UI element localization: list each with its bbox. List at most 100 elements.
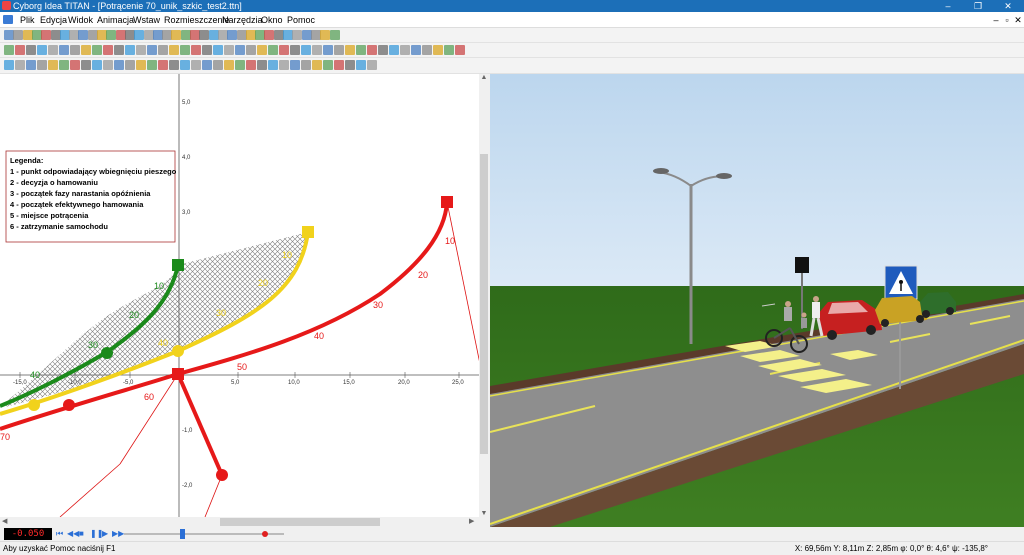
toolbar-button[interactable] xyxy=(264,30,275,40)
toolbar-button[interactable] xyxy=(70,45,80,55)
toolbar-button[interactable] xyxy=(356,60,366,70)
toolbar-button[interactable] xyxy=(134,30,145,40)
scroll-left-arrow[interactable]: ◀ xyxy=(2,517,7,527)
toolbar-button[interactable] xyxy=(191,45,201,55)
toolbar-button[interactable] xyxy=(26,60,36,70)
toolbar-button[interactable] xyxy=(334,60,344,70)
scroll-up-arrow[interactable]: ▲ xyxy=(479,74,489,81)
toolbar-button[interactable] xyxy=(329,30,340,40)
toolbar-button[interactable] xyxy=(257,60,267,70)
toolbar-button[interactable] xyxy=(301,60,311,70)
toolbar-button[interactable] xyxy=(411,45,421,55)
toolbar-button[interactable] xyxy=(92,45,102,55)
toolbar-button[interactable] xyxy=(59,45,69,55)
menu-pomoc[interactable]: Pomoc xyxy=(287,14,315,26)
toolbar-button[interactable] xyxy=(246,45,256,55)
toolbar-button[interactable] xyxy=(59,60,69,70)
toolbar-button[interactable] xyxy=(389,45,399,55)
toolbar-button[interactable] xyxy=(268,45,278,55)
play-button[interactable]: ▶ xyxy=(102,528,108,540)
toolbar-button[interactable] xyxy=(15,60,25,70)
scroll-down-arrow[interactable]: ▼ xyxy=(479,510,489,517)
toolbar-button[interactable] xyxy=(37,45,47,55)
toolbar-button[interactable] xyxy=(48,60,58,70)
toolbar-button[interactable] xyxy=(268,60,278,70)
plan-view-2d[interactable]: -15,0-10,0-5,05,010,015,020,025,0 5,04,0… xyxy=(0,74,479,517)
toolbar-button[interactable] xyxy=(125,60,135,70)
mdi-close-button[interactable]: ✕ xyxy=(1012,14,1024,26)
restore-button[interactable]: ❐ xyxy=(963,0,993,12)
minimize-button[interactable]: – xyxy=(933,0,963,12)
toolbar-button[interactable] xyxy=(334,45,344,55)
toolbar-button[interactable] xyxy=(279,45,289,55)
toolbar-button[interactable] xyxy=(345,60,355,70)
toolbar-button[interactable] xyxy=(70,60,80,70)
menu-wstaw[interactable]: Wstaw xyxy=(133,14,160,26)
toolbar-button[interactable] xyxy=(224,45,234,55)
toolbar-button[interactable] xyxy=(202,45,212,55)
menu-widok[interactable]: Widok xyxy=(68,14,93,26)
toolbar-button[interactable] xyxy=(171,30,182,40)
toolbar-button[interactable] xyxy=(202,60,212,70)
toolbar-button[interactable] xyxy=(4,60,14,70)
toolbar-button[interactable] xyxy=(444,45,454,55)
toolbar-button[interactable] xyxy=(4,45,14,55)
menu-plik[interactable]: Plik xyxy=(20,14,35,26)
timeline-slider[interactable] xyxy=(180,529,185,539)
toolbar-button[interactable] xyxy=(103,60,113,70)
toolbar-button[interactable] xyxy=(158,45,168,55)
toolbar-button[interactable] xyxy=(136,45,146,55)
toolbar-button[interactable] xyxy=(78,30,89,40)
toolbar-button[interactable] xyxy=(235,60,245,70)
toolbar-button[interactable] xyxy=(213,45,223,55)
menu-edycja[interactable]: Edycja xyxy=(40,14,67,26)
toolbar-button[interactable] xyxy=(400,45,410,55)
toolbar-button[interactable] xyxy=(227,30,238,40)
toolbar-button[interactable] xyxy=(48,45,58,55)
toolbar-button[interactable] xyxy=(301,45,311,55)
toolbar-button[interactable] xyxy=(106,30,117,40)
toolbar-button[interactable] xyxy=(323,60,333,70)
record-button[interactable] xyxy=(262,531,268,537)
toolbar-button[interactable] xyxy=(378,45,388,55)
toolbar-button[interactable] xyxy=(136,60,146,70)
menu-animacja[interactable]: Animacja xyxy=(97,14,134,26)
timeline-track[interactable] xyxy=(124,533,284,535)
toolbar-button[interactable] xyxy=(455,45,465,55)
toolbar-button[interactable] xyxy=(169,60,179,70)
toolbar-button[interactable] xyxy=(81,60,91,70)
toolbar-button[interactable] xyxy=(345,45,355,55)
toolbar-button[interactable] xyxy=(180,45,190,55)
toolbar-button[interactable] xyxy=(199,30,210,40)
menu-okno[interactable]: Okno xyxy=(261,14,283,26)
toolbar-button[interactable] xyxy=(323,45,333,55)
toolbar-button[interactable] xyxy=(290,45,300,55)
toolbar-button[interactable] xyxy=(312,60,322,70)
toolbar-button[interactable] xyxy=(290,60,300,70)
toolbar-button[interactable] xyxy=(224,60,234,70)
toolbar-button[interactable] xyxy=(367,60,377,70)
fast-forward-button[interactable]: ▶▶ xyxy=(112,528,124,540)
toolbar-button[interactable] xyxy=(320,30,331,40)
toolbar-button[interactable] xyxy=(356,45,366,55)
stop-button[interactable]: ■ xyxy=(79,528,84,540)
menu-narzedzia[interactable]: Narzędzia xyxy=(222,14,263,26)
horizontal-scroll-thumb[interactable] xyxy=(220,518,380,526)
toolbar-button[interactable] xyxy=(169,45,179,55)
toolbar-button[interactable] xyxy=(41,30,52,40)
toolbar-button[interactable] xyxy=(147,60,157,70)
toolbar-button[interactable] xyxy=(433,45,443,55)
toolbar-button[interactable] xyxy=(292,30,303,40)
vertical-scroll-thumb[interactable] xyxy=(480,154,488,454)
vertical-scrollbar[interactable]: ▲ ▼ xyxy=(479,74,489,517)
close-button[interactable]: ✕ xyxy=(993,0,1023,12)
toolbar-button[interactable] xyxy=(81,45,91,55)
plan-drawing[interactable]: -15,0-10,0-5,05,010,015,020,025,0 5,04,0… xyxy=(0,74,479,517)
toolbar-button[interactable] xyxy=(15,45,25,55)
toolbar-button[interactable] xyxy=(279,60,289,70)
toolbar-button[interactable] xyxy=(422,45,432,55)
toolbar-button[interactable] xyxy=(213,60,223,70)
toolbar-button[interactable] xyxy=(13,30,24,40)
toolbar-button[interactable] xyxy=(26,45,36,55)
scroll-right-arrow[interactable]: ▶ xyxy=(469,517,474,527)
